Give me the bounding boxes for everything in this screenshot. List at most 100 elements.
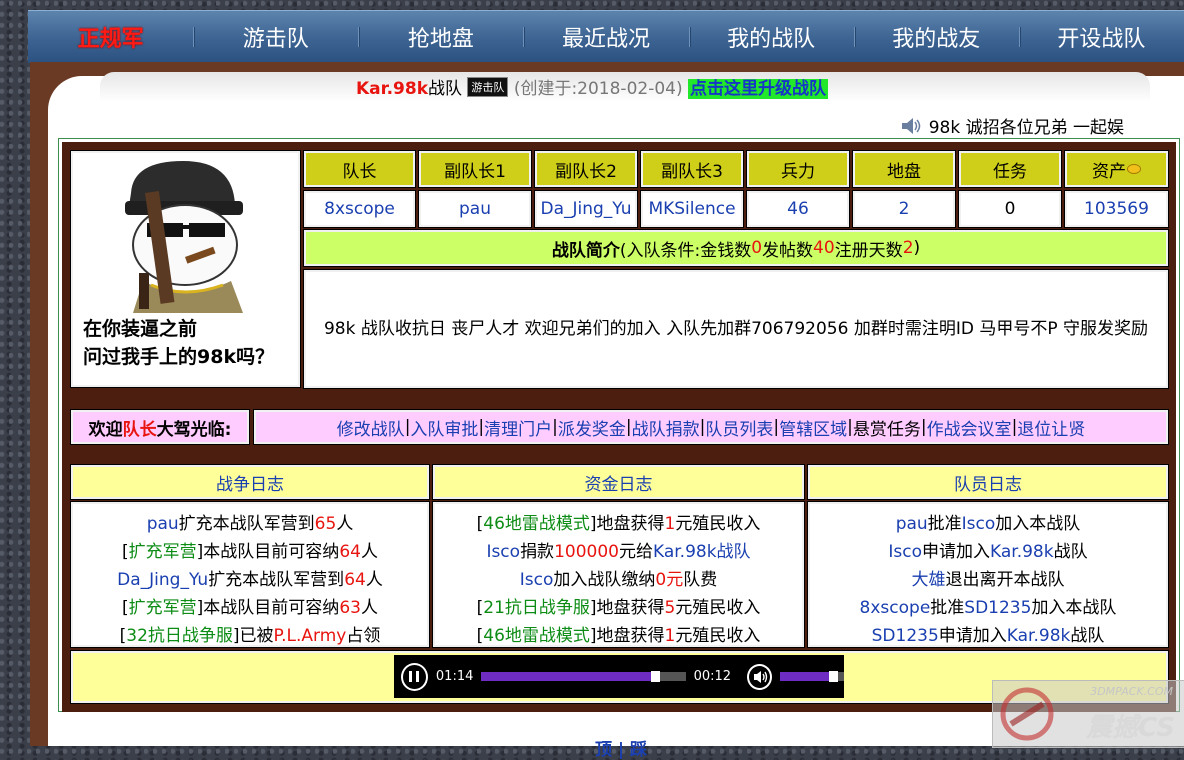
log-text: 元给	[618, 542, 653, 562]
log-link[interactable]: Kar.98k战队	[653, 542, 751, 562]
vote-links[interactable]: 顶 | 踩	[595, 735, 647, 760]
log-link[interactable]: 63	[339, 598, 361, 618]
log-entry: [46地雷战模式]地盘获得1元殖民收入	[477, 510, 761, 538]
log-link[interactable]: pau	[896, 514, 928, 534]
menu-edit-team[interactable]: 修改战队	[337, 415, 405, 440]
header-territory: 地盘	[852, 150, 956, 188]
header-vice-leader-3: 副队长3	[640, 150, 744, 188]
log-text: 人	[360, 542, 378, 562]
menu-member-list[interactable]: 队员列表	[705, 415, 773, 440]
leader-link[interactable]: 8xscope	[303, 190, 416, 228]
log-link[interactable]: SD1235	[872, 626, 939, 646]
log-link[interactable]: P.L.Army	[274, 626, 347, 646]
nav-territory[interactable]: 抢地盘	[358, 21, 523, 53]
nav-recent-battles[interactable]: 最近战况	[523, 21, 688, 53]
admin-menu: 修改战队 | 入队审批 | 清理门户 | 派发奖金 | 战队捐款 | 队员列表 | 管辖区域 | 悬赏任务 |…	[253, 409, 1169, 445]
log-text: ]本战队目前可容纳	[196, 542, 340, 562]
audio-player: 01:14 00:12	[394, 655, 844, 698]
menu-donate[interactable]: 战队捐款	[632, 415, 700, 440]
log-text: 退出离开本战队	[945, 570, 1065, 590]
header-troops: 兵力	[746, 150, 850, 188]
log-link[interactable]: Isco	[888, 542, 922, 562]
nav-create-team[interactable]: 开设战队	[1018, 21, 1184, 53]
troops-link[interactable]: 46	[746, 190, 850, 228]
team-avatar: 在你装逼之前 问过我手上的98k吗？	[70, 150, 301, 388]
menu-clean-members[interactable]: 清理门户	[484, 415, 552, 440]
log-link[interactable]: Da_Jing_Yu	[117, 570, 208, 590]
fund-log: [46地雷战模式]地盘获得1元殖民收入 Isco捐款100000元给Kar.98k…	[432, 501, 805, 650]
log-text: 元殖民收入	[675, 626, 761, 646]
upgrade-team-link[interactable]: 点击这里升级战队	[688, 79, 829, 99]
log-text: ]地盘获得	[589, 598, 665, 618]
log-text: 战队	[1053, 542, 1088, 562]
recruit-marquee: 98k 诚招各位兄弟 一起娱	[901, 113, 1124, 138]
log-link[interactable]: 46地雷战模式	[483, 514, 590, 534]
menu-join-approval[interactable]: 入队审批	[410, 415, 478, 440]
nav-my-team[interactable]: 我的战队	[688, 21, 854, 53]
fund-log-title[interactable]: 资金日志	[432, 464, 805, 500]
menu-bounty[interactable]: 悬赏任务	[853, 415, 921, 440]
menu-bonus[interactable]: 派发奖金	[558, 415, 626, 440]
vice-leader-2-link[interactable]: Da_Jing_Yu	[534, 190, 638, 228]
nav-guerrilla[interactable]: 游击队	[193, 21, 358, 53]
log-link[interactable]: 1	[665, 514, 676, 534]
territory-link[interactable]: 2	[852, 190, 956, 228]
nav-my-comrades[interactable]: 我的战友	[853, 21, 1019, 53]
log-link[interactable]: pau	[147, 514, 179, 534]
member-log: pau批准Isco加入本战队 Isco申请加入Kar.98k战队 大雄退出离开本战队…	[807, 501, 1169, 648]
log-text: 元殖民收入	[675, 514, 761, 534]
log-text: 人	[365, 570, 383, 590]
menu-abdicate[interactable]: 退位让贤	[1017, 415, 1085, 440]
log-link[interactable]: Kar.98k	[990, 542, 1054, 562]
log-link[interactable]: 64	[344, 570, 366, 590]
log-entry: [46地雷战模式]地盘获得1元殖民收入	[477, 622, 761, 650]
member-log-title[interactable]: 队员日志	[807, 464, 1169, 500]
welcome-label: 欢迎 队长 大驾光临:	[70, 409, 250, 445]
assets-link[interactable]: 103569	[1064, 190, 1169, 228]
header-vice-leader-1: 副队长1	[418, 150, 532, 188]
log-link[interactable]: Isco	[962, 514, 996, 534]
team-type-badge: 游击队	[467, 77, 509, 97]
log-link[interactable]: SD1235	[964, 598, 1031, 618]
log-link[interactable]: 大雄	[912, 570, 946, 590]
volume-icon[interactable]	[747, 663, 773, 690]
log-link[interactable]: 8xscope	[860, 598, 931, 618]
created-date: (创建于:2018-02-04)	[513, 79, 683, 99]
vice-leader-3-link[interactable]: MKSilence	[640, 190, 744, 228]
menu-territory[interactable]: 管辖区域	[779, 415, 847, 440]
log-link[interactable]: 21抗日战争服	[483, 598, 590, 618]
nav-regular-army[interactable]: 正规军	[28, 21, 193, 53]
log-link[interactable]: 32抗日战争服	[126, 626, 233, 646]
log-link[interactable]: 0元	[655, 570, 683, 590]
log-text: 占领	[346, 626, 381, 646]
log-text: 批准	[927, 514, 962, 534]
top-nav: 正规军 游击队 抢地盘 最近战况 我的战队 我的战友 开设战队	[28, 10, 1184, 63]
log-link[interactable]: 64	[339, 542, 361, 562]
menu-war-room[interactable]: 作战会议室	[927, 415, 1012, 440]
log-text: ]本战队目前可容纳	[196, 598, 340, 618]
log-link[interactable]: 扩充军营	[129, 542, 197, 562]
team-suffix: 战队	[428, 79, 462, 99]
war-log-title[interactable]: 战争日志	[70, 464, 430, 500]
log-link[interactable]: 扩充军营	[129, 598, 197, 618]
log-text: 批准	[930, 598, 965, 618]
log-link[interactable]: 65	[315, 514, 337, 534]
log-link[interactable]: 1	[665, 626, 676, 646]
log-entry: pau批准Isco加入本战队	[896, 510, 1081, 538]
log-text: 捐款	[520, 542, 555, 562]
log-link[interactable]: Isco	[520, 570, 554, 590]
vice-leader-1-link[interactable]: pau	[418, 190, 532, 228]
log-text: ]地盘获得	[589, 626, 665, 646]
log-link[interactable]: 5	[665, 598, 676, 618]
seek-bar[interactable]	[481, 671, 686, 682]
log-text: 加入本战队	[995, 514, 1081, 534]
volume-slider[interactable]	[780, 671, 844, 682]
log-entry: Da_Jing_Yu扩充本战队军营到64人	[117, 566, 383, 594]
log-text: ]已被	[232, 626, 274, 646]
log-link[interactable]: Isco	[486, 542, 520, 562]
log-link[interactable]: Kar.98k	[1007, 626, 1071, 646]
log-link[interactable]: 46地雷战模式	[483, 626, 590, 646]
log-link[interactable]: 100000	[554, 542, 619, 562]
log-entry: 8xscope批准SD1235加入本战队	[860, 594, 1117, 622]
pause-button[interactable]	[401, 662, 428, 691]
